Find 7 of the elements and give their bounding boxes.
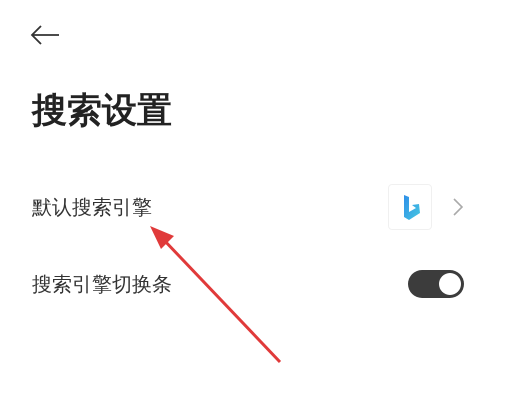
toggle-switch[interactable] xyxy=(408,270,464,298)
search-engine-selector[interactable] xyxy=(388,184,464,230)
setting-label: 搜索引擎切换条 xyxy=(32,270,172,298)
logo-icon xyxy=(388,184,432,230)
page-title: 搜索设置 xyxy=(32,90,173,132)
setting-label: 默认搜索引擎 xyxy=(32,194,152,220)
chevron-right-icon xyxy=(452,197,464,217)
